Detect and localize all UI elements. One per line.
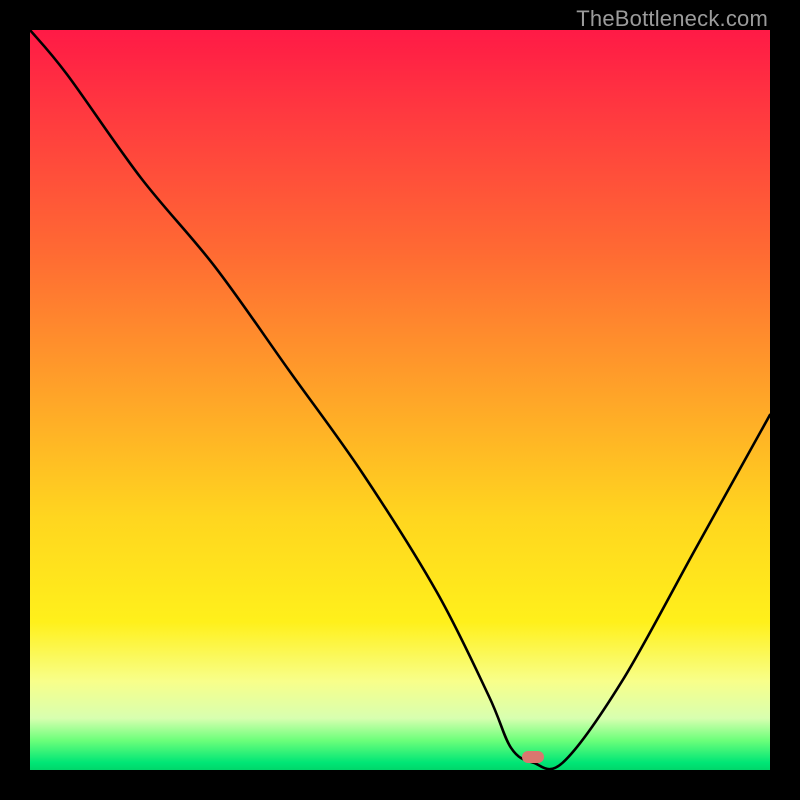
chart-stage: TheBottleneck.com: [0, 0, 800, 800]
watermark-text: TheBottleneck.com: [576, 6, 768, 32]
curve-line: [30, 30, 770, 769]
plot-area: [30, 30, 770, 770]
curve-svg: [30, 30, 770, 770]
minimum-marker: [522, 751, 544, 763]
